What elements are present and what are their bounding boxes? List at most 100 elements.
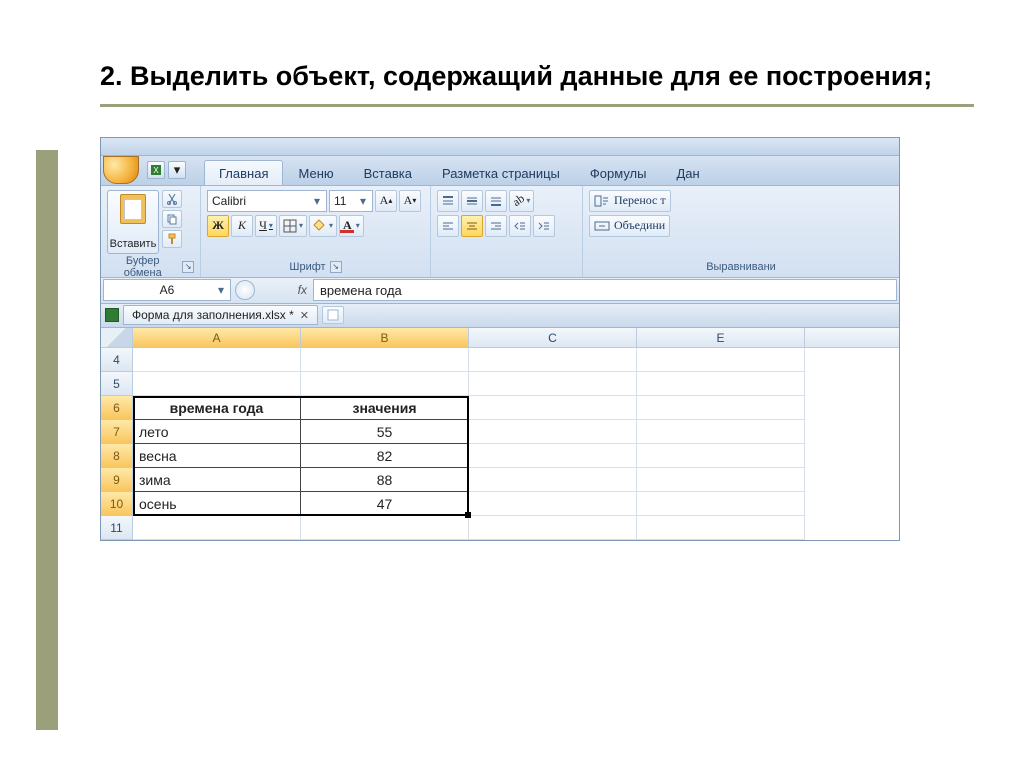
- cell[interactable]: 82: [301, 444, 469, 468]
- clipboard-launcher[interactable]: ↘: [182, 261, 194, 273]
- cell[interactable]: зима: [133, 468, 301, 492]
- underline-button[interactable]: Ч▾: [255, 215, 277, 237]
- align-middle-button[interactable]: [461, 190, 483, 212]
- merge-button[interactable]: Объедини: [589, 215, 670, 237]
- row-header[interactable]: 6: [101, 396, 133, 420]
- orientation-button[interactable]: ab▾: [509, 190, 534, 212]
- paste-button[interactable]: Вставить: [107, 190, 159, 254]
- cell[interactable]: [637, 348, 805, 372]
- align-right-button[interactable]: [485, 215, 507, 237]
- col-header-c[interactable]: C: [469, 328, 637, 347]
- decrease-indent-button[interactable]: [509, 215, 531, 237]
- row-header[interactable]: 8: [101, 444, 133, 468]
- wrap-label: Перенос т: [614, 193, 666, 208]
- cell[interactable]: [133, 372, 301, 396]
- formula-input[interactable]: времена года: [313, 279, 897, 301]
- increase-font-button[interactable]: A▴: [375, 190, 397, 212]
- cell[interactable]: осень: [133, 492, 301, 516]
- workbook-tab[interactable]: Форма для заполнения.xlsx * ✕: [123, 305, 318, 325]
- cell[interactable]: [469, 468, 637, 492]
- slide-title: 2. Выделить объект, содержащий данные дл…: [100, 60, 974, 94]
- cell[interactable]: [637, 396, 805, 420]
- cell[interactable]: [133, 516, 301, 540]
- cell[interactable]: весна: [133, 444, 301, 468]
- fill-color-button[interactable]: ▾: [309, 215, 337, 237]
- merge-label: Объедини: [614, 218, 665, 233]
- clipboard-group-label: Буфер обмена: [107, 255, 178, 279]
- cell[interactable]: [469, 492, 637, 516]
- tab-home[interactable]: Главная: [204, 160, 283, 185]
- cell[interactable]: [637, 372, 805, 396]
- tab-page-layout[interactable]: Разметка страницы: [427, 160, 575, 185]
- cell[interactable]: [469, 348, 637, 372]
- font-color-button[interactable]: A ▾: [339, 215, 364, 237]
- cell[interactable]: 55: [301, 420, 469, 444]
- row-header[interactable]: 7: [101, 420, 133, 444]
- decrease-font-button[interactable]: A▾: [399, 190, 421, 212]
- cell[interactable]: [469, 516, 637, 540]
- col-header-b[interactable]: B: [301, 328, 469, 347]
- title-divider: [100, 104, 974, 107]
- cell[interactable]: [637, 444, 805, 468]
- row-header[interactable]: 11: [101, 516, 133, 540]
- row-header[interactable]: 5: [101, 372, 133, 396]
- cell[interactable]: значения: [301, 396, 469, 420]
- cell[interactable]: времена года: [133, 396, 301, 420]
- group-font: Calibri ▾ 11 ▾ A▴ A▾ Ж К Ч▾: [201, 186, 431, 277]
- tab-insert[interactable]: Вставка: [349, 160, 427, 185]
- cell[interactable]: 47: [301, 492, 469, 516]
- row-header[interactable]: 9: [101, 468, 133, 492]
- font-group-label: Шрифт: [289, 261, 325, 273]
- select-all-corner[interactable]: [101, 328, 133, 347]
- cut-button[interactable]: [162, 190, 182, 208]
- cell[interactable]: [637, 516, 805, 540]
- cell[interactable]: [469, 372, 637, 396]
- cell[interactable]: [637, 420, 805, 444]
- formula-cancel-button[interactable]: [235, 280, 255, 300]
- paste-label: Вставить: [110, 238, 157, 250]
- cell[interactable]: [469, 444, 637, 468]
- cell[interactable]: [133, 348, 301, 372]
- font-family-combo[interactable]: Calibri ▾: [207, 190, 327, 212]
- wrap-text-button[interactable]: Перенос т: [589, 190, 671, 212]
- row-header[interactable]: 4: [101, 348, 133, 372]
- row-header[interactable]: 10: [101, 492, 133, 516]
- align-center-button[interactable]: [461, 215, 483, 237]
- tab-formulas[interactable]: Формулы: [575, 160, 662, 185]
- col-header-a[interactable]: A: [133, 328, 301, 347]
- borders-button[interactable]: ▾: [279, 215, 307, 237]
- new-sheet-button[interactable]: [322, 306, 344, 324]
- cell[interactable]: [301, 516, 469, 540]
- col-header-e[interactable]: E: [637, 328, 805, 347]
- align-left-button[interactable]: [437, 215, 459, 237]
- format-painter-button[interactable]: [162, 230, 182, 248]
- worksheet[interactable]: A B C E 4 5 6 времена года значения 7 ле…: [101, 328, 899, 540]
- formula-value: времена года: [320, 283, 402, 298]
- cell[interactable]: [469, 396, 637, 420]
- name-box[interactable]: A6 ▾: [103, 279, 231, 301]
- increase-indent-button[interactable]: [533, 215, 555, 237]
- qat-dropdown[interactable]: ▾: [168, 161, 186, 179]
- bold-button[interactable]: Ж: [207, 215, 229, 237]
- alignment-group-label: Выравнивани: [706, 261, 776, 273]
- cell[interactable]: лето: [133, 420, 301, 444]
- font-launcher[interactable]: ↘: [330, 261, 342, 273]
- cell[interactable]: [301, 372, 469, 396]
- tab-data[interactable]: Дан: [661, 160, 714, 185]
- cell[interactable]: [469, 420, 637, 444]
- copy-button[interactable]: [162, 210, 182, 228]
- tab-menu[interactable]: Меню: [283, 160, 348, 185]
- align-top-button[interactable]: [437, 190, 459, 212]
- fx-icon[interactable]: fx: [298, 283, 307, 297]
- font-family-value: Calibri: [212, 194, 246, 208]
- italic-button[interactable]: К: [231, 215, 253, 237]
- office-button[interactable]: [103, 156, 139, 184]
- cell[interactable]: 88: [301, 468, 469, 492]
- cell[interactable]: [301, 348, 469, 372]
- cell[interactable]: [637, 492, 805, 516]
- font-size-combo[interactable]: 11 ▾: [329, 190, 373, 212]
- close-icon[interactable]: ✕: [300, 309, 309, 322]
- group-wrap-merge: Перенос т Объедини Выравнивани: [583, 186, 899, 277]
- align-bottom-button[interactable]: [485, 190, 507, 212]
- cell[interactable]: [637, 468, 805, 492]
